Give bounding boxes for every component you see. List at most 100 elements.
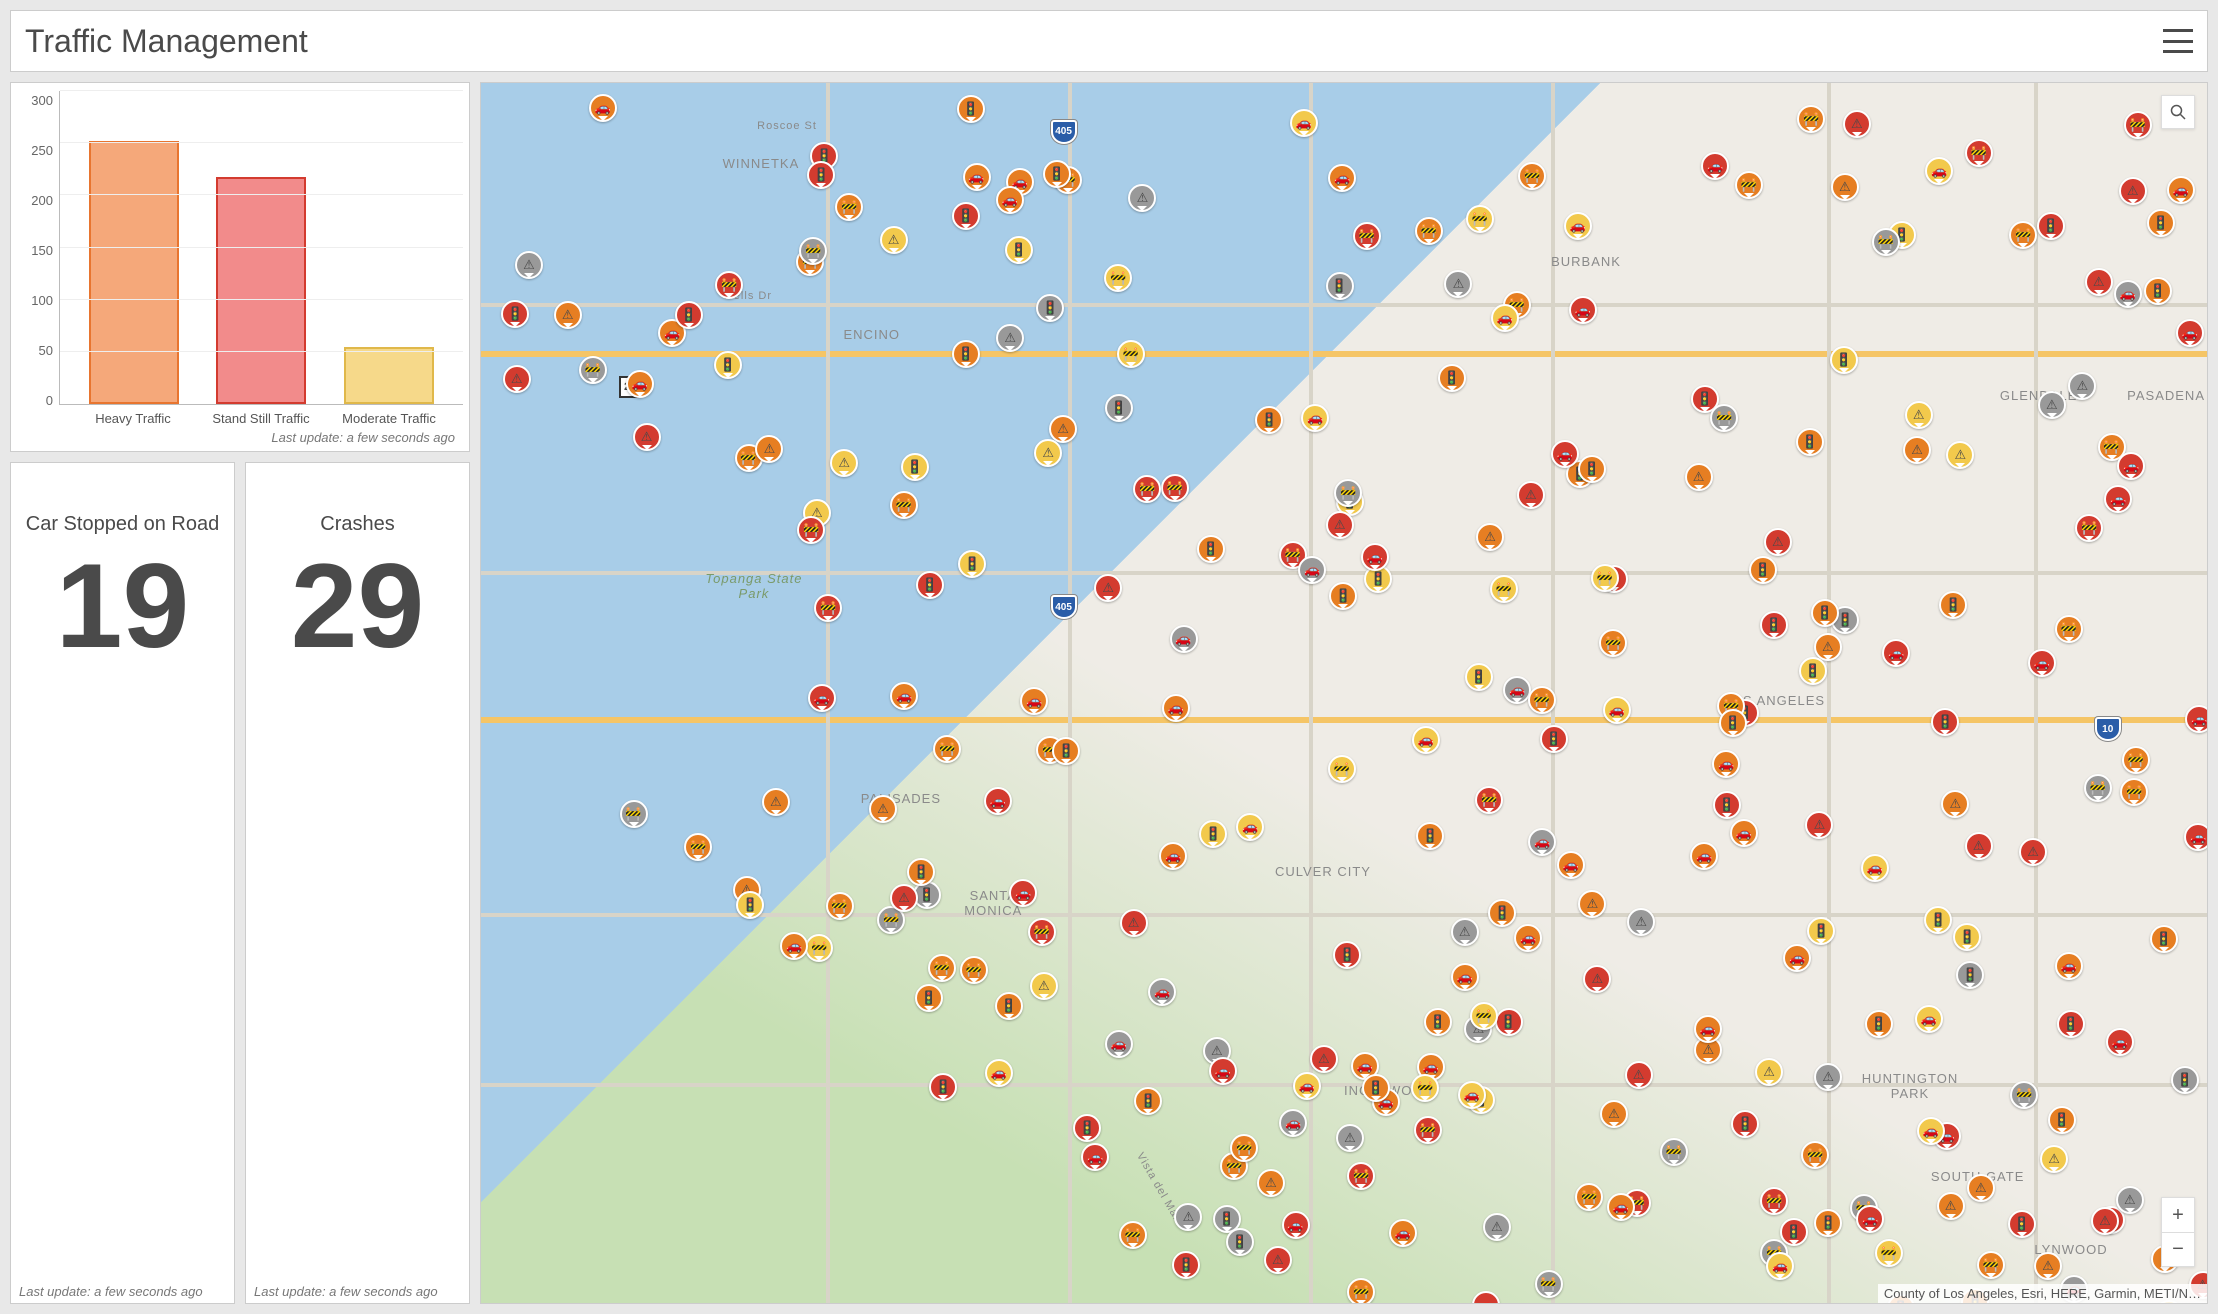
incident-marker[interactable]: 🚧: [890, 491, 918, 519]
incident-marker[interactable]: 🚗: [2167, 176, 2195, 204]
incident-marker[interactable]: 🚦: [1578, 455, 1606, 483]
incident-marker[interactable]: 🚧: [1347, 1162, 1375, 1190]
incident-marker[interactable]: 🚧: [1117, 340, 1145, 368]
incident-marker[interactable]: 🚦: [2144, 277, 2172, 305]
incident-marker[interactable]: ⚠: [1094, 574, 1122, 602]
incident-marker[interactable]: ⚠: [1257, 1169, 1285, 1197]
incident-marker[interactable]: 🚗: [1564, 212, 1592, 240]
incident-marker[interactable]: 🚗: [1290, 109, 1318, 137]
incident-marker[interactable]: 🚗: [1105, 1030, 1133, 1058]
incident-marker[interactable]: 🚗: [1236, 813, 1264, 841]
incident-marker[interactable]: 🚧: [1977, 1251, 2005, 1279]
incident-marker[interactable]: 🚧: [1414, 1116, 1442, 1144]
incident-marker[interactable]: 🚦: [1424, 1008, 1452, 1036]
incident-marker[interactable]: ⚠: [1120, 909, 1148, 937]
incident-marker[interactable]: 🚧: [1535, 1270, 1563, 1298]
incident-marker[interactable]: ⚠: [1946, 441, 1974, 469]
incident-marker[interactable]: ⚠: [996, 324, 1024, 352]
incident-marker[interactable]: 🚗: [1917, 1117, 1945, 1145]
incident-marker[interactable]: 🚗: [1301, 404, 1329, 432]
incident-marker[interactable]: 🚦: [1540, 725, 1568, 753]
incident-marker[interactable]: 🚦: [1924, 906, 1952, 934]
incident-marker[interactable]: 🚧: [684, 833, 712, 861]
incident-marker[interactable]: 🚗: [1328, 164, 1356, 192]
incident-marker[interactable]: 🚧: [1528, 686, 1556, 714]
incident-marker[interactable]: 🚧: [805, 934, 833, 962]
incident-marker[interactable]: 🚦: [1226, 1228, 1254, 1256]
incident-marker[interactable]: 🚧: [2010, 1081, 2038, 1109]
incident-marker[interactable]: ⚠: [1805, 811, 1833, 839]
incident-marker[interactable]: 🚗: [1298, 556, 1326, 584]
incident-marker[interactable]: 🚦: [1255, 406, 1283, 434]
incident-marker[interactable]: 🚦: [1362, 1074, 1390, 1102]
incident-marker[interactable]: 🚧: [2055, 615, 2083, 643]
incident-marker[interactable]: 🚧: [1028, 918, 1056, 946]
incident-marker[interactable]: ⚠: [2040, 1145, 2068, 1173]
incident-marker[interactable]: ⚠: [1578, 890, 1606, 918]
incident-marker[interactable]: 🚧: [1490, 575, 1518, 603]
incident-marker[interactable]: 🚧: [2009, 221, 2037, 249]
incident-marker[interactable]: 🚗: [2055, 952, 2083, 980]
incident-marker[interactable]: 🚧: [1347, 1278, 1375, 1304]
incident-marker[interactable]: 🚦: [736, 891, 764, 919]
incident-marker[interactable]: 🚗: [1389, 1219, 1417, 1247]
incident-marker[interactable]: ⚠: [1764, 528, 1792, 556]
incident-marker[interactable]: ⚠: [2038, 391, 2066, 419]
incident-marker[interactable]: 🚧: [1475, 786, 1503, 814]
incident-marker[interactable]: 🚧: [1965, 139, 1993, 167]
incident-marker[interactable]: 🚧: [1591, 564, 1619, 592]
incident-marker[interactable]: 🚗: [1712, 750, 1740, 778]
incident-marker[interactable]: ⚠: [1174, 1203, 1202, 1231]
incident-marker[interactable]: 🚧: [928, 954, 956, 982]
incident-marker[interactable]: 🚧: [835, 193, 863, 221]
incident-marker[interactable]: 🚧: [2075, 514, 2103, 542]
incident-marker[interactable]: 🚗: [2106, 1028, 2134, 1056]
incident-marker[interactable]: ⚠: [2019, 838, 2047, 866]
incident-marker[interactable]: 🚦: [1199, 820, 1227, 848]
incident-marker[interactable]: 🚦: [1043, 160, 1071, 188]
incident-marker[interactable]: ⚠: [1476, 523, 1504, 551]
incident-marker[interactable]: 🚗: [1569, 296, 1597, 324]
incident-marker[interactable]: 🚗: [963, 163, 991, 191]
incident-marker[interactable]: 🚗: [1766, 1252, 1794, 1280]
incident-marker[interactable]: 🚧: [1161, 474, 1189, 502]
incident-marker[interactable]: 🚦: [1865, 1010, 1893, 1038]
incident-marker[interactable]: 🚦: [1814, 1209, 1842, 1237]
incident-marker[interactable]: 🚗: [2176, 319, 2204, 347]
incident-marker[interactable]: ⚠: [1444, 270, 1472, 298]
incident-marker[interactable]: 🚧: [1470, 1002, 1498, 1030]
incident-marker[interactable]: 🚦: [501, 300, 529, 328]
incident-marker[interactable]: 🚧: [620, 800, 648, 828]
incident-marker[interactable]: 🚦: [1760, 611, 1788, 639]
incident-marker[interactable]: ⚠: [2034, 1252, 2062, 1280]
menu-icon[interactable]: [2163, 29, 2193, 53]
incident-marker[interactable]: 🚗: [2028, 649, 2056, 677]
incident-marker[interactable]: 🚧: [1415, 217, 1443, 245]
incident-marker[interactable]: 🚦: [1749, 556, 1777, 584]
incident-marker[interactable]: ⚠: [1451, 918, 1479, 946]
incident-marker[interactable]: 🚗: [1472, 1291, 1500, 1304]
zoom-out-button[interactable]: −: [2162, 1232, 2194, 1266]
incident-marker[interactable]: ⚠: [762, 788, 790, 816]
incident-marker[interactable]: ⚠: [2068, 372, 2096, 400]
incident-marker[interactable]: 🚦: [1134, 1087, 1162, 1115]
incident-marker[interactable]: 🚧: [1797, 105, 1825, 133]
incident-marker[interactable]: 🚦: [1438, 364, 1466, 392]
incident-marker[interactable]: ⚠: [1685, 463, 1713, 491]
incident-marker[interactable]: 🚧: [1230, 1134, 1258, 1162]
incident-marker[interactable]: 🚦: [995, 992, 1023, 1020]
incident-marker[interactable]: 🚗: [1607, 1193, 1635, 1221]
incident-marker[interactable]: 🚦: [2057, 1010, 2085, 1038]
incident-marker[interactable]: 🚦: [2147, 209, 2175, 237]
incident-marker[interactable]: 🚦: [2150, 925, 2178, 953]
zoom-in-button[interactable]: +: [2162, 1198, 2194, 1232]
incident-marker[interactable]: 🚗: [1690, 842, 1718, 870]
incident-marker[interactable]: ⚠: [880, 226, 908, 254]
incident-marker[interactable]: 🚗: [2185, 705, 2208, 733]
incident-marker[interactable]: 🚧: [1875, 1239, 1903, 1267]
incident-marker[interactable]: ⚠: [2116, 1186, 2144, 1214]
incident-marker[interactable]: 🚦: [1036, 294, 1064, 322]
incident-marker[interactable]: 🚗: [1551, 440, 1579, 468]
incident-marker[interactable]: 🚗: [2117, 452, 2145, 480]
incident-marker[interactable]: 🚧: [797, 516, 825, 544]
